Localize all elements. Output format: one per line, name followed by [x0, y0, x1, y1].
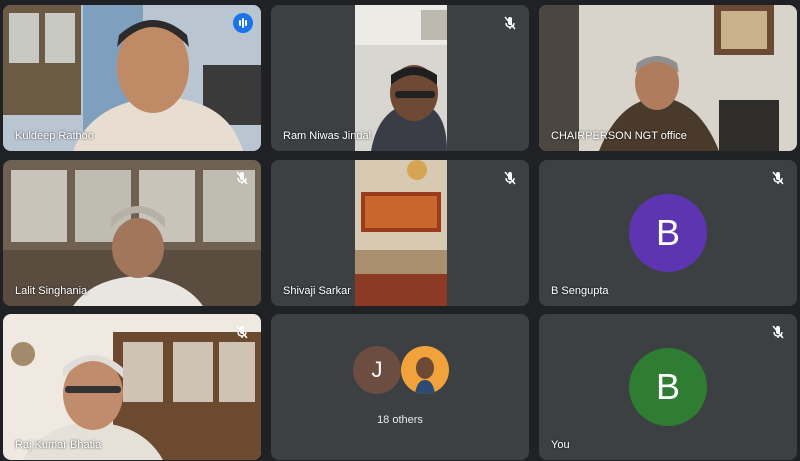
avatar: B	[629, 194, 707, 272]
avatar: J	[353, 346, 401, 394]
mic-off-icon	[233, 169, 251, 187]
participant-name: Lalit Singhania	[15, 285, 88, 297]
participant-tile-shivaji[interactable]: Shivaji Sarkar	[271, 160, 529, 306]
participant-name: B Sengupta	[551, 285, 609, 297]
avatar: B	[629, 348, 707, 426]
participant-tile-ram-niwas[interactable]: Ram Niwas Jindal	[271, 5, 529, 151]
participant-tile-lalit[interactable]: Lalit Singhania	[3, 160, 261, 306]
participant-tile-chairperson[interactable]: CHAIRPERSON NGT office	[539, 5, 797, 151]
participant-tile-you[interactable]: B You	[539, 314, 797, 460]
mic-off-icon	[769, 169, 787, 187]
participant-name: Shivaji Sarkar	[283, 285, 351, 297]
participant-name: Ram Niwas Jindal	[283, 130, 372, 142]
mic-off-icon	[501, 14, 519, 32]
avatar-photo	[401, 346, 449, 394]
participant-tile-kuldeep[interactable]: Kuldeep Rathoo	[3, 5, 261, 151]
mic-off-icon	[501, 169, 519, 187]
others-count-label: 18 others	[377, 414, 423, 426]
participant-name: Raj Kumar Bhatia	[15, 439, 102, 451]
participant-tile-others[interactable]: J 18 others	[271, 314, 529, 460]
mic-off-icon	[233, 323, 251, 341]
participant-name: You	[551, 439, 570, 451]
speaking-indicator-icon	[233, 13, 253, 33]
participant-tile-b-sengupta[interactable]: B B Sengupta	[539, 160, 797, 306]
mic-off-icon	[769, 323, 787, 341]
participant-name: Kuldeep Rathoo	[15, 130, 94, 142]
participant-name: CHAIRPERSON NGT office	[551, 130, 687, 142]
participant-tile-raj-kumar[interactable]: Raj Kumar Bhatia	[3, 314, 261, 460]
